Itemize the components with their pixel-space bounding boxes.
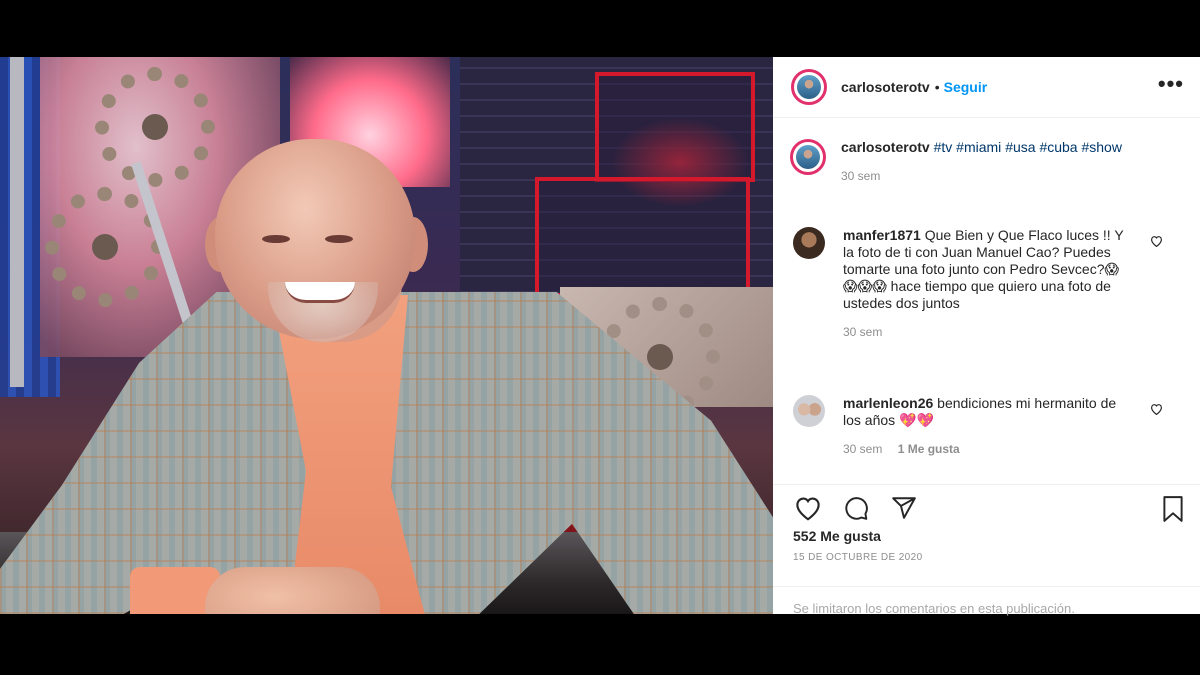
post-username[interactable]: carlosoterotv: [841, 79, 930, 95]
comment-time[interactable]: 30 sem: [843, 442, 882, 456]
comment-like-heart-icon[interactable]: [1150, 403, 1163, 418]
share-icon[interactable]: [889, 495, 919, 526]
avatar[interactable]: [791, 69, 827, 105]
person-eye: [262, 235, 290, 243]
comment-body: marlenleon26 bendiciones mi hermanito de…: [843, 395, 1133, 458]
person-eye: [325, 235, 353, 243]
hashtag-link[interactable]: #cuba: [1039, 139, 1077, 155]
like-count[interactable]: 552 Me gusta: [793, 528, 881, 544]
caption-time[interactable]: 30 sem: [841, 168, 1161, 185]
instagram-post: carlosoterotv • Seguir ••• carlosoterotv…: [0, 57, 1200, 616]
comment-username[interactable]: marlenleon26: [843, 395, 933, 411]
post-actions: 552 Me gusta 15 DE OCTUBRE DE 2020 Se li…: [773, 484, 1200, 616]
action-icons: [793, 495, 937, 526]
heart-icon[interactable]: [793, 495, 823, 526]
gear-decoration: [95, 67, 215, 187]
comment-like-heart-icon[interactable]: [1150, 235, 1163, 250]
caption-text: carlosoterotv #tv #miami #usa #cuba #sho…: [841, 139, 1161, 185]
comment-meta: 30 sem 1 Me gusta: [843, 441, 1133, 458]
comment-meta: 30 sem: [843, 324, 1133, 341]
avatar[interactable]: [793, 227, 825, 259]
studio-pole: [10, 57, 24, 387]
studio-red-frame: [595, 72, 755, 182]
post-header: carlosoterotv • Seguir •••: [773, 57, 1200, 118]
post-date[interactable]: 15 DE OCTUBRE DE 2020: [793, 552, 923, 563]
hashtag-link[interactable]: #tv: [934, 139, 953, 155]
separator-dot: •: [934, 79, 940, 95]
follow-button[interactable]: Seguir: [944, 79, 988, 95]
post-side-panel: carlosoterotv • Seguir ••• carlosoterotv…: [773, 57, 1200, 616]
comment-item: marlenleon26 bendiciones mi hermanito de…: [793, 395, 1183, 458]
comment-time[interactable]: 30 sem: [843, 325, 882, 339]
more-options-icon[interactable]: •••: [1158, 73, 1184, 95]
person-hand: [205, 567, 380, 614]
post-photo[interactable]: [0, 57, 773, 614]
caption-username[interactable]: carlosoterotv: [841, 139, 930, 155]
avatar[interactable]: [790, 139, 826, 175]
hashtag-link[interactable]: #show: [1081, 139, 1121, 155]
studio-red-frame: [535, 177, 750, 297]
person-smile: [285, 282, 355, 303]
hashtag-link[interactable]: #usa: [1005, 139, 1035, 155]
avatar[interactable]: [793, 395, 825, 427]
comments-limited-notice: Se limitaron los comentarios en esta pub…: [773, 586, 1200, 616]
post-caption: carlosoterotv #tv #miami #usa #cuba #sho…: [790, 139, 1190, 185]
bookmark-icon[interactable]: [1160, 495, 1186, 528]
comment-username[interactable]: manfer1871: [843, 227, 921, 243]
comment-item: manfer1871 Que Bien y Que Flaco luces !!…: [793, 227, 1183, 341]
comment-body: manfer1871 Que Bien y Que Flaco luces !!…: [843, 227, 1133, 341]
comment-icon[interactable]: [841, 495, 871, 526]
hashtag-link[interactable]: #miami: [956, 139, 1001, 155]
comment-like-count[interactable]: 1 Me gusta: [898, 442, 960, 456]
